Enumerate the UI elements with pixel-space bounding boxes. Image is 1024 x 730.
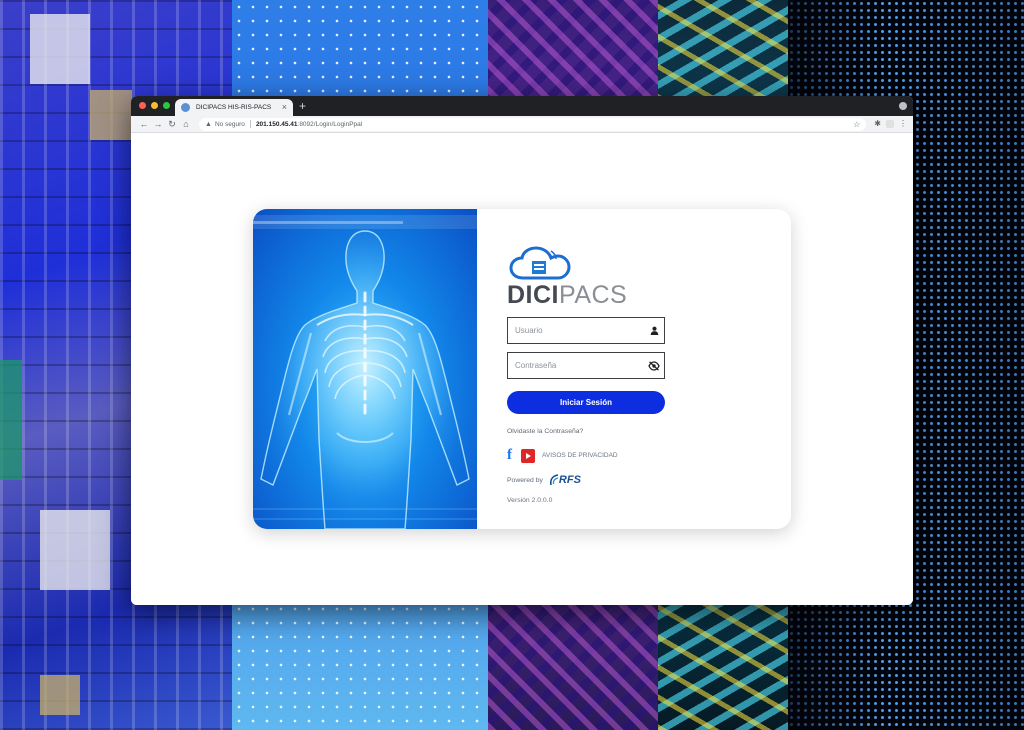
- rfs-wordmark: RFS: [558, 474, 581, 486]
- reload-icon[interactable]: ↻: [165, 119, 179, 129]
- close-window-button[interactable]: [139, 102, 146, 109]
- brand-wordmark: DICIPACS: [507, 282, 627, 308]
- eye-off-icon[interactable]: [644, 360, 664, 371]
- human-body-illustration: [253, 230, 477, 529]
- username-field[interactable]: [507, 317, 665, 344]
- profile-icon[interactable]: [899, 102, 907, 110]
- extension-icon[interactable]: [886, 120, 894, 128]
- facebook-icon[interactable]: f: [507, 448, 517, 463]
- tab-close-icon[interactable]: ×: [282, 103, 287, 112]
- window-controls: [139, 102, 170, 109]
- xray-skeleton-image: [253, 209, 477, 529]
- maximize-window-button[interactable]: [163, 102, 170, 109]
- bookmark-star-icon[interactable]: ☆: [853, 120, 860, 129]
- menu-kebab-icon[interactable]: ⋮: [899, 120, 907, 128]
- page-viewport: DICIPACS Iniciar Sesión Olvidaste la Con…: [131, 134, 913, 605]
- privacy-notice-link[interactable]: AVISOS DE PRIVACIDAD: [542, 452, 618, 459]
- password-field[interactable]: [507, 352, 665, 379]
- extensions-area: ✱ ⋮: [874, 120, 907, 128]
- tab-title: DICIPACS HIS-RIS-PACS: [196, 104, 272, 111]
- url-path: :8092/Login/LoginPpal: [297, 120, 363, 128]
- address-bar[interactable]: ▲ No seguro 201.150.45.41 :8092/Login/Lo…: [199, 117, 867, 131]
- login-button[interactable]: Iniciar Sesión: [507, 391, 665, 414]
- home-icon[interactable]: ⌂: [179, 119, 193, 129]
- youtube-icon[interactable]: [521, 448, 535, 463]
- browser-tab[interactable]: DICIPACS HIS-RIS-PACS ×: [175, 99, 293, 116]
- forgot-password-link[interactable]: Olvidaste la Contraseña?: [507, 428, 583, 435]
- browser-toolbar: ← → ↻ ⌂ ▲ No seguro 201.150.45.41 :8092/…: [131, 116, 913, 133]
- user-icon: [644, 326, 664, 335]
- address-separator: [249, 120, 251, 128]
- browser-titlebar: DICIPACS HIS-RIS-PACS × +: [131, 96, 913, 116]
- new-tab-button[interactable]: +: [299, 99, 306, 113]
- rfs-swoosh-icon: [549, 474, 559, 486]
- cloud-logo-icon: [509, 246, 571, 280]
- minimize-window-button[interactable]: [151, 102, 158, 109]
- brand-name-bold: DICI: [507, 281, 559, 309]
- powered-by-label: Powered by: [507, 476, 543, 484]
- back-icon[interactable]: ←: [137, 119, 151, 129]
- login-form: DICIPACS Iniciar Sesión Olvidaste la Con…: [477, 209, 791, 529]
- url-host: 201.150.45.41: [255, 120, 298, 128]
- forward-icon[interactable]: →: [151, 119, 165, 129]
- browser-window: DICIPACS HIS-RIS-PACS × + ← → ↻ ⌂ ▲ No s…: [131, 96, 913, 605]
- warning-icon: ▲: [205, 120, 212, 128]
- password-input[interactable]: [508, 353, 644, 378]
- favicon-icon: [181, 103, 190, 112]
- brand-name-light: PACS: [559, 281, 628, 309]
- security-label: No seguro: [214, 120, 245, 128]
- dicipacs-logo: DICIPACS: [507, 244, 647, 309]
- powered-by: Powered by RFS: [507, 474, 581, 486]
- version-label: Versión 2.0.0.0: [507, 497, 553, 504]
- extensions-puzzle-icon[interactable]: ✱: [874, 120, 881, 128]
- rfs-logo: RFS: [549, 474, 581, 486]
- login-card: DICIPACS Iniciar Sesión Olvidaste la Con…: [253, 209, 791, 529]
- username-input[interactable]: [508, 318, 644, 343]
- social-links: f AVISOS DE PRIVACIDAD: [507, 448, 618, 463]
